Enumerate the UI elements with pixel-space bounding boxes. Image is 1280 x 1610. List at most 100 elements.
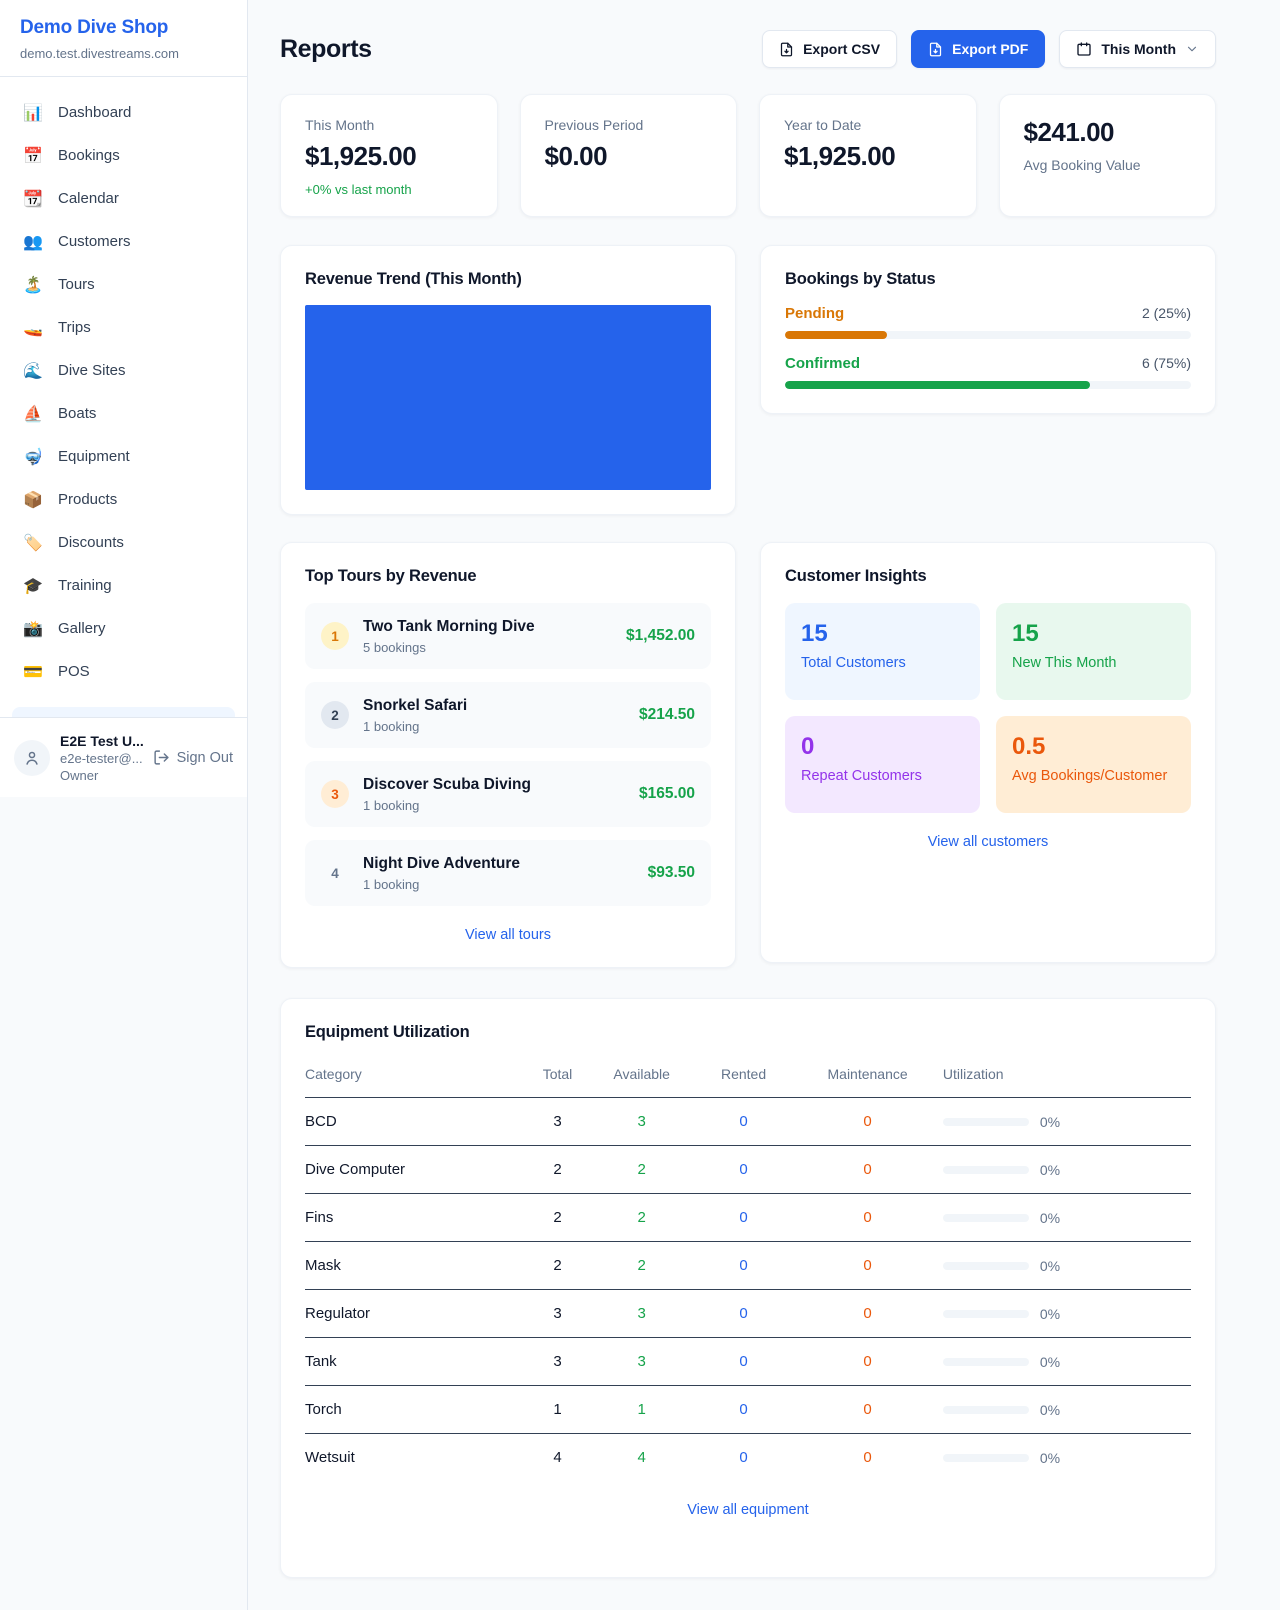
sidebar-item[interactable]: 📦 Products xyxy=(12,478,235,521)
sidebar-item[interactable]: 🌊 Dive Sites xyxy=(12,349,235,392)
utilization-bar xyxy=(943,1214,1029,1222)
status-line: Pending 2 (25%) xyxy=(785,305,1191,322)
utilization-wrap: 0% xyxy=(943,1114,1191,1130)
header-actions: Export CSV Export PDF This Month xyxy=(762,30,1216,68)
period-select-button[interactable]: This Month xyxy=(1059,30,1216,68)
sidebar-item-label: Discounts xyxy=(58,534,124,551)
tour-rank-badge: 1 xyxy=(321,622,349,650)
sidebar-item[interactable]: 📅 Bookings xyxy=(12,134,235,177)
period-label: This Month xyxy=(1101,41,1176,57)
insight-number: 0.5 xyxy=(1012,733,1175,761)
sidebar-item[interactable]: 🏝️ Tours xyxy=(12,263,235,306)
sidebar-item[interactable]: 🚤 Trips xyxy=(12,306,235,349)
sidebar-item-label: Calendar xyxy=(58,190,119,207)
insight-tile: 15 New This Month xyxy=(996,603,1191,700)
insight-label: Repeat Customers xyxy=(801,768,964,784)
cell-available: 1 xyxy=(589,1386,695,1434)
export-pdf-label: Export PDF xyxy=(952,41,1028,57)
view-all-customers-link[interactable]: View all customers xyxy=(785,834,1191,850)
cell-utilization: 0% xyxy=(943,1098,1191,1146)
insight-label: Total Customers xyxy=(801,655,964,671)
sidebar-item[interactable]: 📆 Calendar xyxy=(12,177,235,220)
col-utilization: Utilization xyxy=(943,1054,1191,1098)
user-email: e2e-tester@... xyxy=(60,751,143,766)
cell-maintenance: 0 xyxy=(792,1146,943,1194)
sign-out-button[interactable]: Sign Out xyxy=(153,749,233,766)
utilization-bar xyxy=(943,1358,1029,1366)
tour-revenue: $1,452.00 xyxy=(626,627,695,645)
sidebar-nav: 📊 Dashboard 📅 Bookings 📆 Calendar 👥 Cust… xyxy=(0,77,247,693)
sidebar-item-icon: 📸 xyxy=(22,619,44,639)
utilization-wrap: 0% xyxy=(943,1306,1191,1322)
cell-maintenance: 0 xyxy=(792,1386,943,1434)
col-maintenance: Maintenance xyxy=(792,1054,943,1098)
insight-number: 0 xyxy=(801,733,964,761)
sidebar-item[interactable]: 👥 Customers xyxy=(12,220,235,263)
sidebar-item-label: Bookings xyxy=(58,147,120,164)
table-row: BCD 3 3 0 0 0% xyxy=(305,1098,1191,1146)
cell-rented: 0 xyxy=(695,1098,792,1146)
top-tours-title: Top Tours by Revenue xyxy=(305,567,711,586)
cell-category: Tank xyxy=(305,1338,527,1386)
shop-name: Demo Dive Shop xyxy=(20,17,227,39)
export-pdf-button[interactable]: Export PDF xyxy=(911,30,1045,68)
tour-list: 1 Two Tank Morning Dive 5 bookings $1,45… xyxy=(305,603,711,906)
equipment-title: Equipment Utilization xyxy=(305,1023,1191,1042)
user-icon xyxy=(23,749,41,767)
view-all-tours-link[interactable]: View all tours xyxy=(305,927,711,943)
sidebar-item-label: Training xyxy=(58,577,112,594)
cell-available: 4 xyxy=(589,1434,695,1482)
status-row: Confirmed 6 (75%) xyxy=(785,355,1191,389)
stat-label: Avg Booking Value xyxy=(1024,157,1192,173)
stat-avg-booking-value: $241.00 Avg Booking Value xyxy=(999,94,1217,217)
stat-previous-period: Previous Period $0.00 xyxy=(520,94,738,217)
file-icon xyxy=(779,42,794,57)
stats-row: This Month $1,925.00 +0% vs last month P… xyxy=(280,94,1216,217)
top-tours-card: Top Tours by Revenue 1 Two Tank Morning … xyxy=(280,542,736,968)
sidebar-item[interactable]: 🎓 Training xyxy=(12,564,235,607)
file-icon xyxy=(928,42,943,57)
sidebar-item-icon: 🤿 xyxy=(22,447,44,467)
cell-category: BCD xyxy=(305,1098,527,1146)
sidebar-item-label: Equipment xyxy=(58,448,130,465)
shop-domain: demo.test.divestreams.com xyxy=(20,46,227,61)
equipment-table-body: BCD 3 3 0 0 0% Dive xyxy=(305,1098,1191,1482)
tour-info: Snorkel Safari 1 booking xyxy=(363,697,467,734)
shop-header: Demo Dive Shop demo.test.divestreams.com xyxy=(0,0,247,77)
sidebar-item-icon: 📅 xyxy=(22,146,44,166)
view-all-equipment-link[interactable]: View all equipment xyxy=(305,1502,1191,1518)
main-content: Reports Export CSV Export PDF This Month… xyxy=(248,0,1280,1610)
cell-total: 3 xyxy=(527,1290,589,1338)
page-header: Reports Export CSV Export PDF This Month xyxy=(280,30,1216,68)
sidebar-item[interactable]: ⛵ Boats xyxy=(12,392,235,435)
utilization-percent: 0% xyxy=(1040,1402,1060,1418)
sidebar-item[interactable]: 🤿 Equipment xyxy=(12,435,235,478)
status-bar-fill xyxy=(785,331,887,339)
insight-tile: 15 Total Customers xyxy=(785,603,980,700)
tour-rank-badge: 4 xyxy=(321,859,349,887)
col-total: Total xyxy=(527,1054,589,1098)
equipment-table: Category Total Available Rented Maintena… xyxy=(305,1054,1191,1481)
cell-category: Torch xyxy=(305,1386,527,1434)
status-bar-fill xyxy=(785,381,1090,389)
insight-tile: 0 Repeat Customers xyxy=(785,716,980,813)
stat-value: $0.00 xyxy=(545,141,713,172)
sidebar-item[interactable]: 🏷️ Discounts xyxy=(12,521,235,564)
stat-this-month: This Month $1,925.00 +0% vs last month xyxy=(280,94,498,217)
sidebar-item[interactable]: 📸 Gallery xyxy=(12,607,235,650)
sidebar-item-icon: 🏝️ xyxy=(22,275,44,295)
utilization-bar xyxy=(943,1406,1029,1414)
sidebar-item[interactable]: 📊 Dashboard xyxy=(12,91,235,134)
lists-row: Top Tours by Revenue 1 Two Tank Morning … xyxy=(280,542,1216,968)
revenue-trend-title: Revenue Trend (This Month) xyxy=(305,270,711,289)
sidebar-item-icon: 🏷️ xyxy=(22,533,44,553)
sidebar-item[interactable]: 💳 POS xyxy=(12,650,235,693)
tour-row: 3 Discover Scuba Diving 1 booking $165.0… xyxy=(305,761,711,827)
cell-available: 2 xyxy=(589,1242,695,1290)
stat-value: $241.00 xyxy=(1024,117,1192,148)
tour-name: Night Dive Adventure xyxy=(363,855,520,873)
export-csv-button[interactable]: Export CSV xyxy=(762,30,897,68)
user-meta: E2E Test U... e2e-tester@... Owner xyxy=(60,733,143,783)
utilization-bar xyxy=(943,1262,1029,1270)
sidebar-item-reports-active[interactable] xyxy=(12,707,235,717)
